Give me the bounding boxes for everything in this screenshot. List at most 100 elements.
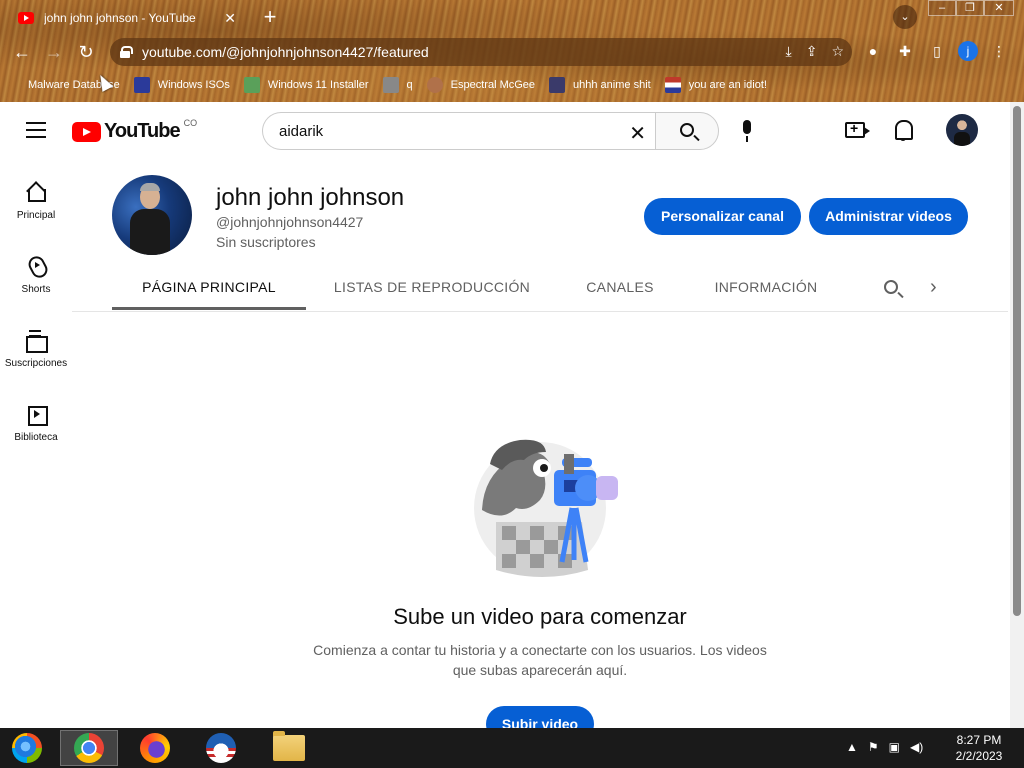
shorts-icon <box>24 254 48 278</box>
create-video-icon[interactable] <box>845 120 870 138</box>
bookmark-icon <box>426 77 443 93</box>
taskbar-app[interactable] <box>192 730 250 766</box>
system-tray: ▲ ⚑ ▣ ◀) <box>846 740 923 754</box>
extensions-puzzle-icon[interactable]: ✚ <box>894 40 916 62</box>
lock-icon <box>120 46 133 58</box>
search-button[interactable] <box>655 112 719 150</box>
search-field[interactable] <box>279 122 609 140</box>
menu-icon[interactable] <box>26 122 46 138</box>
channel-handle: @johnjohnjohnson4427 <box>216 214 364 230</box>
obama-logo-icon <box>206 733 236 763</box>
bookmark-icon <box>10 77 20 93</box>
volume-icon[interactable]: ◀) <box>910 740 923 754</box>
start-button[interactable] <box>0 730 54 766</box>
back-button[interactable]: ← <box>10 40 34 64</box>
chevron-right-icon[interactable]: › <box>930 276 948 298</box>
bookmarks-bar: Malware Database Windows ISOs Windows 11… <box>0 72 1024 98</box>
bookmark-icon <box>243 77 260 93</box>
search-icon <box>680 123 694 137</box>
scrollbar-thumb[interactable] <box>1013 106 1021 616</box>
tab-title: john john johnson - YouTube <box>44 11 196 25</box>
bookmark-item[interactable]: Windows ISOs <box>133 77 230 93</box>
bookmark-icon <box>133 77 150 93</box>
channel-search-icon[interactable] <box>884 280 898 294</box>
toolbar: ← → ↻ youtube.com/@johnjohnjohnson4427/f… <box>0 36 1024 68</box>
firefox-icon <box>140 733 170 763</box>
folder-icon <box>273 731 305 761</box>
window-close-button[interactable]: ✕ <box>984 0 1014 16</box>
clock-time: 8:27 PM <box>956 733 1002 747</box>
manage-videos-button[interactable]: Administrar videos <box>809 198 968 235</box>
bookmark-icon <box>382 77 399 93</box>
empty-state-description: Comienza a contar tu historia y a conect… <box>313 642 767 678</box>
bookmark-item[interactable]: Espectral McGee <box>426 77 535 93</box>
tab-playlists[interactable]: LISTAS DE REPRODUCCIÓN <box>324 264 540 310</box>
bookmark-item[interactable]: you are an idiot! <box>664 77 767 93</box>
bookmark-star-icon[interactable]: ☆ <box>831 43 844 60</box>
tab-channels[interactable]: CANALES <box>572 264 668 310</box>
taskbar: ▲ ⚑ ▣ ◀) 8:27 PM 2/2/2023 <box>0 728 1024 768</box>
camera-illustration <box>474 439 618 577</box>
subscriptions-icon <box>24 328 48 353</box>
guide-item-principal[interactable]: Principal <box>0 158 72 232</box>
upload-video-button[interactable]: Subir video <box>486 706 594 728</box>
bookmark-item[interactable]: uhhh anime shit <box>549 77 651 93</box>
address-bar[interactable]: youtube.com/@johnjohnjohnson4427/feature… <box>110 38 852 66</box>
action-center-flag-icon[interactable]: ⚑ <box>868 740 879 754</box>
extension-avatar-icon[interactable]: ● <box>862 40 884 62</box>
youtube-play-icon <box>72 121 101 142</box>
minimize-button[interactable]: – <box>928 0 956 16</box>
browser-tab[interactable]: john john johnson - YouTube ✕ <box>8 4 246 32</box>
channel-avatar[interactable] <box>112 175 192 255</box>
youtube-page: YouTube CO ✕ Principal Shorts Suscripcio… <box>0 102 1024 728</box>
bookmark-item[interactable]: q <box>382 77 413 93</box>
reload-button[interactable]: ↻ <box>74 40 98 64</box>
profile-avatar[interactable]: j <box>958 41 978 61</box>
new-tab-button[interactable]: + <box>258 4 282 30</box>
forward-button[interactable]: → <box>42 40 66 64</box>
install-icon[interactable]: ⤓ <box>786 43 792 60</box>
channel-name: john john johnson <box>216 184 405 211</box>
voice-search-icon[interactable] <box>736 118 758 144</box>
masthead: YouTube CO ✕ <box>0 102 1010 158</box>
show-hidden-icons-icon[interactable]: ▲ <box>846 740 858 754</box>
account-avatar[interactable] <box>946 114 978 146</box>
clock[interactable]: 8:27 PM 2/2/2023 <box>944 732 1014 764</box>
guide-item-shorts[interactable]: Shorts <box>0 232 72 306</box>
bookmark-item[interactable]: Windows 11 Installer <box>243 77 369 93</box>
windows-start-icon <box>12 733 42 763</box>
tab-close-icon[interactable]: ✕ <box>224 10 236 27</box>
address-text: youtube.com/@johnjohnjohnson4427/feature… <box>142 44 429 60</box>
guide-item-biblioteca[interactable]: Biblioteca <box>0 380 72 454</box>
empty-state-title: Sube un video para comenzar <box>393 604 687 629</box>
maximize-button[interactable]: ❐ <box>956 0 984 16</box>
subscriber-count: Sin suscriptores <box>216 234 316 250</box>
scrollbar[interactable] <box>1010 102 1024 728</box>
clock-date: 2/2/2023 <box>955 749 1003 763</box>
taskbar-explorer[interactable] <box>260 730 318 766</box>
taskbar-firefox[interactable] <box>126 730 184 766</box>
channel-tabs: PÁGINA PRINCIPAL LISTAS DE REPRODUCCIÓN … <box>72 264 1008 312</box>
taskbar-chrome[interactable] <box>60 730 118 766</box>
home-icon <box>24 180 48 204</box>
library-icon <box>24 402 48 426</box>
notifications-bell-icon[interactable] <box>892 118 914 142</box>
browser-chrome: john john johnson - YouTube ✕ + ⌄ – ❐ ✕ … <box>0 0 1024 102</box>
youtube-favicon-icon <box>18 12 34 24</box>
empty-state: Sube un video para comenzar Comienza a c… <box>72 312 1008 728</box>
network-icon[interactable]: ▣ <box>889 740 900 754</box>
customize-channel-button[interactable]: Personalizar canal <box>644 198 801 235</box>
tab-search-button[interactable]: ⌄ <box>893 5 917 29</box>
share-icon[interactable]: ⇪ <box>806 43 818 60</box>
youtube-logo[interactable]: YouTube CO <box>72 118 197 143</box>
bookmark-icon <box>549 77 566 93</box>
bookmark-icon <box>664 77 681 93</box>
tab-about[interactable]: INFORMACIÓN <box>702 264 830 310</box>
tab-home[interactable]: PÁGINA PRINCIPAL <box>112 264 306 310</box>
clear-search-icon[interactable]: ✕ <box>629 121 646 146</box>
chrome-icon <box>74 733 104 763</box>
side-panel-icon[interactable]: ▯ <box>926 40 948 62</box>
guide-item-suscripciones[interactable]: Suscripciones <box>0 306 72 380</box>
menu-kebab-icon[interactable]: ⋮ <box>988 40 1010 62</box>
search-input[interactable]: ✕ <box>262 112 656 150</box>
